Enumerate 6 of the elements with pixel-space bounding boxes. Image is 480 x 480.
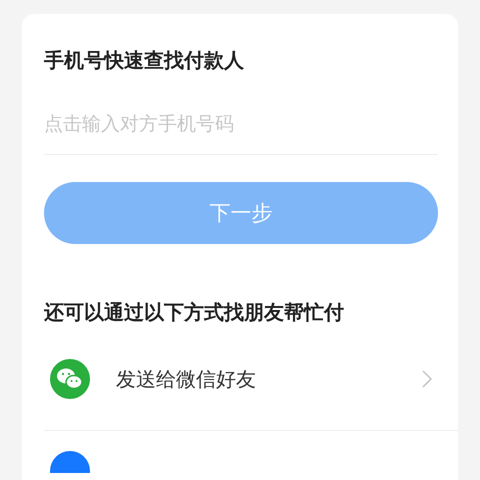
option-label: 发送给微信好友	[116, 366, 257, 392]
chat-bubbles-icon	[50, 359, 90, 399]
chevron-right-icon	[422, 370, 432, 388]
share-option[interactable]: 发送给微信好友	[44, 348, 458, 410]
section-title: 还可以通过以下方式找朋友帮忙付	[44, 299, 345, 326]
section-title: 手机号快速查找付款人	[44, 47, 245, 74]
